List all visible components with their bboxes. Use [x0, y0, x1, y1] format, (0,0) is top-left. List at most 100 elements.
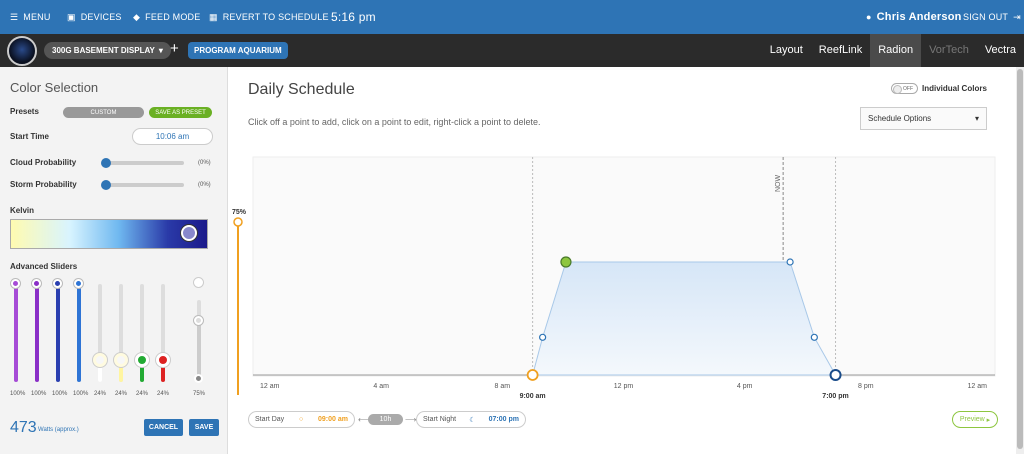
arrow-right-icon: ⟶: [405, 415, 417, 424]
tab-vectra[interactable]: Vectra: [977, 34, 1024, 67]
storm-slider-knob[interactable]: [101, 180, 111, 190]
menu-button[interactable]: ☰ MENU: [10, 0, 51, 34]
x-tick-label: 12 pm: [614, 383, 634, 390]
master-slider-bottom-dot: [194, 374, 203, 383]
advanced-slider-knob[interactable]: [93, 353, 107, 368]
revert-button[interactable]: ▦ REVERT TO SCHEDULE: [209, 0, 329, 34]
scrollbar-thumb[interactable]: [1017, 69, 1023, 449]
x-tick-label: 8 am: [495, 383, 511, 390]
watts-label: Watts (approx.): [38, 427, 79, 433]
advanced-slider-knob[interactable]: [32, 279, 41, 288]
start-night-field[interactable]: Start Night ☾ 07:00 pm: [416, 411, 526, 428]
watts-value: 473: [10, 419, 37, 436]
tab-radion[interactable]: Radion: [870, 34, 922, 67]
advanced-slider-value: 24%: [136, 391, 149, 397]
advanced-slider-value: 100%: [73, 391, 89, 397]
advanced-slider-knob[interactable]: [11, 279, 20, 288]
preview-button[interactable]: Preview ▸: [952, 411, 998, 428]
chevron-down-icon: ▾: [158, 46, 163, 55]
tab-reeflink[interactable]: ReefLink: [811, 34, 870, 67]
advanced-slider-knob[interactable]: [194, 315, 203, 325]
top-bar: ☰ MENU ▣ DEVICES ◆ FEED MODE ▦ REVERT TO…: [0, 0, 1024, 34]
advanced-slider-fill: [77, 284, 81, 382]
cloud-label: Cloud Probability: [10, 158, 77, 167]
start-time-field[interactable]: 10:06 am: [132, 128, 213, 145]
y-max-label: 75%: [232, 209, 247, 216]
preset-select[interactable]: CUSTOM: [63, 107, 144, 118]
user-menu[interactable]: ● Chris Anderson: [866, 0, 962, 34]
advanced-slider-fill: [35, 284, 39, 382]
devices-icon: ▣: [67, 11, 76, 22]
advanced-slider-value: 100%: [10, 391, 26, 397]
current-time: 5:16 pm: [331, 10, 376, 24]
schedule-point[interactable]: [539, 333, 547, 341]
kelvin-label: Kelvin: [10, 206, 35, 215]
master-slider-top-dot: [194, 278, 203, 287]
marker-time-label: 7:00 pm: [822, 393, 848, 400]
user-icon: ●: [866, 12, 872, 22]
start-night-point[interactable]: [829, 369, 842, 381]
start-day-field[interactable]: Start Day ○ 09:00 am: [248, 411, 355, 428]
device-selector[interactable]: 300G BASEMENT DISPLAY ▾: [44, 42, 171, 59]
advanced-slider-value: 24%: [157, 391, 170, 397]
devices-label: DEVICES: [80, 12, 122, 22]
program-aquarium-button[interactable]: PROGRAM AQUARIUM: [188, 42, 288, 59]
advanced-slider-knob[interactable]: [114, 353, 128, 368]
advanced-slider-fill: [14, 284, 18, 382]
storm-slider[interactable]: [104, 183, 184, 187]
x-tick-label: 12 am: [968, 383, 988, 390]
page-scrollbar[interactable]: [1016, 67, 1024, 454]
duration-badge: 10h: [368, 414, 403, 425]
preview-label: Preview: [959, 416, 985, 423]
devices-button[interactable]: ▣ DEVICES: [67, 0, 122, 34]
user-name: Chris Anderson: [876, 11, 962, 23]
advanced-slider-knob[interactable]: [53, 279, 62, 288]
intensity-handle[interactable]: [233, 217, 243, 227]
x-tick-label: 4 am: [373, 383, 389, 390]
start-day-point[interactable]: [526, 369, 539, 381]
cloud-slider[interactable]: [104, 161, 184, 165]
advanced-slider-value: 100%: [31, 391, 47, 397]
calendar-icon: ▦: [209, 11, 218, 22]
tab-layout[interactable]: Layout: [762, 34, 811, 67]
start-night-label: Start Night: [423, 416, 457, 423]
sun-icon: ○: [298, 416, 304, 423]
feed-mode-button[interactable]: ◆ FEED MODE: [133, 0, 200, 34]
cloud-slider-knob[interactable]: [101, 158, 111, 168]
play-icon: ▸: [986, 416, 991, 424]
feed-icon: ◆: [133, 11, 141, 22]
device-tabs: Layout ReefLink Radion VorTech Vectra: [762, 34, 1024, 67]
save-as-preset-button[interactable]: SAVE AS PRESET: [149, 107, 212, 118]
save-button[interactable]: SAVE: [189, 419, 219, 436]
hamburger-icon: ☰: [10, 11, 19, 22]
advanced-slider-knob[interactable]: [135, 353, 149, 368]
advanced-slider-knob[interactable]: [74, 279, 83, 288]
add-device-icon[interactable]: +: [170, 40, 179, 57]
cancel-button[interactable]: CANCEL: [144, 419, 183, 436]
schedule-point[interactable]: [810, 333, 818, 341]
advanced-slider-fill: [197, 320, 201, 382]
start-day-label: Start Day: [255, 416, 285, 423]
sign-out-label: SIGN OUT: [963, 12, 1009, 22]
sign-out-button[interactable]: SIGN OUT ⇥: [963, 0, 1021, 34]
schedule-area: [531, 261, 837, 376]
kelvin-knob[interactable]: [181, 225, 197, 241]
panel-title: Color Selection: [10, 80, 99, 95]
start-day-value: 09:00 am: [318, 416, 348, 423]
now-label: NOW: [775, 175, 782, 193]
advanced-slider-knob[interactable]: [156, 353, 170, 368]
cloud-value: (0%): [198, 160, 211, 166]
advanced-slider-value: 75%: [193, 391, 206, 397]
schedule-point[interactable]: [786, 258, 794, 266]
schedule-chart[interactable]: NOW 75% 12 am 4 am 8 am 12 pm 4 pm 8 pm 12 am 9:0…: [229, 67, 1016, 407]
presets-label: Presets: [10, 107, 39, 116]
tab-vortech[interactable]: VorTech: [921, 34, 977, 67]
device-bar: 300G BASEMENT DISPLAY ▾ + PROGRAM AQUARI…: [0, 34, 1024, 67]
advanced-slider-fill: [56, 284, 60, 382]
menu-label: MENU: [23, 12, 51, 22]
kelvin-spectrum[interactable]: [10, 219, 208, 249]
selected-point[interactable]: [560, 256, 572, 268]
sign-out-icon: ⇥: [1013, 11, 1021, 22]
start-night-value: 07:00 pm: [488, 416, 519, 423]
feed-mode-label: FEED MODE: [145, 12, 201, 22]
